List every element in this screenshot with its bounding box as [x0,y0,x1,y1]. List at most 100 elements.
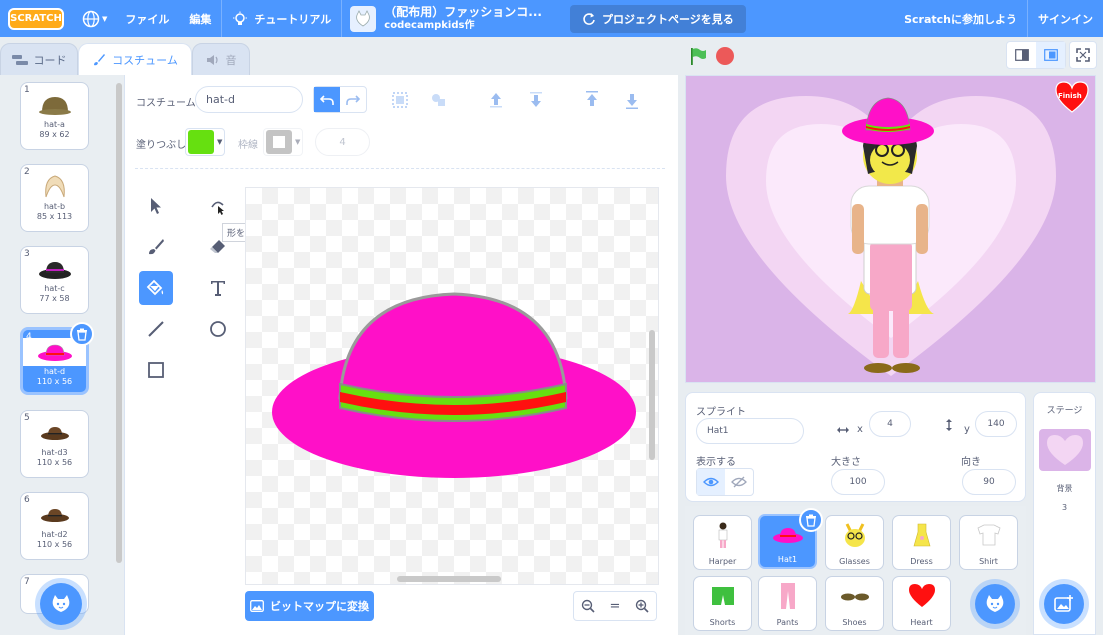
sprite-tile[interactable]: Harper [693,515,752,570]
text-tool[interactable] [201,271,235,305]
outline-color-picker[interactable]: ▼ [263,128,303,156]
delete-sprite-button[interactable] [799,508,823,532]
brush-tool[interactable] [139,230,173,264]
circle-tool[interactable] [201,312,235,346]
see-project-page-button[interactable]: プロジェクトページを見る [569,4,746,33]
redo-button[interactable] [340,87,366,112]
rectangle-tool[interactable] [139,353,173,387]
sprite-thumbnail [705,583,741,609]
zoom-reset-button[interactable]: = [601,592,628,620]
small-stage-button[interactable] [1007,42,1036,68]
speaker-icon [206,54,218,65]
undo-button[interactable] [314,87,340,112]
x-input[interactable]: 4 [869,411,911,437]
fill-color-picker[interactable]: ▼ [185,128,225,156]
backdrop-count: 3 [1061,503,1068,512]
direction-input[interactable]: 90 [962,469,1016,495]
arrow-cursor-icon [151,198,161,214]
sprite-tile[interactable]: Pants [758,576,817,631]
sprite-tile[interactable]: Dress [892,515,951,570]
choose-backdrop-button[interactable] [1044,584,1084,624]
convert-to-bitmap-button[interactable]: ビットマップに変換 [245,591,374,621]
canvas-vertical-scrollbar[interactable] [649,330,655,460]
chevron-down-icon: ▼ [102,14,108,23]
large-stage-button[interactable] [1036,42,1065,68]
back-button[interactable] [621,89,643,111]
reshape-tool[interactable] [201,189,235,223]
paint-canvas[interactable] [245,187,659,585]
costume-number: 4 [26,332,32,342]
sprite-name: Heart [910,618,933,627]
horizontal-arrows-icon [837,427,849,433]
large-stage-icon [1043,49,1058,61]
eraser-icon [210,240,225,253]
sprite-name-input[interactable]: Hat1 [696,418,804,444]
stage-pane-title: ステージ [1046,406,1083,416]
menu-divider [341,0,343,37]
hide-sprite-button[interactable] [725,469,753,495]
costume-item[interactable]: 3 hat-c 77 x 58 [20,246,89,314]
ungroup-button[interactable] [428,89,450,111]
sprite-tile[interactable]: Glasses [825,515,884,570]
delete-costume-button[interactable] [70,322,94,346]
costume-name: hat-c [44,284,65,293]
sign-in-link[interactable]: サインイン [1028,0,1103,37]
file-menu[interactable]: ファイル [115,0,179,37]
canvas-horizontal-scrollbar[interactable] [397,576,501,582]
costume-name-label: コスチューム [136,98,196,109]
select-tool[interactable] [139,189,173,223]
costume-list-scrollbar[interactable] [116,83,122,563]
edit-menu[interactable]: 編集 [179,0,221,37]
costume-name-input[interactable]: hat-d [195,86,303,113]
front-button[interactable] [581,89,603,111]
language-menu[interactable]: ▼ [74,0,115,37]
scratch-logo[interactable]: SCRATCH [8,7,64,30]
tab-costumes[interactable]: コスチューム [78,43,192,76]
show-sprite-button[interactable] [697,469,725,495]
green-flag-button[interactable] [688,46,708,69]
tab-code[interactable]: コード [0,43,78,76]
project-title[interactable]: （配布用）ファッションコ... [384,5,542,19]
choose-sprite-button[interactable] [975,584,1015,624]
backward-button[interactable] [525,89,547,111]
fill-tool[interactable] [139,271,173,305]
tutorials-button[interactable]: チュートリアル [222,0,341,37]
choose-costume-button[interactable] [40,583,82,625]
outline-width-input[interactable]: 4 [315,128,370,156]
costume-size: 110 x 56 [36,458,73,467]
eraser-tool[interactable] [201,230,235,264]
fullscreen-button[interactable] [1069,41,1097,69]
costume-number: 2 [24,167,30,177]
group-button[interactable] [389,89,411,111]
sprite-tile[interactable]: Heart [892,576,951,631]
trash-icon [806,514,816,527]
circle-icon [210,321,226,337]
zoom-in-button[interactable] [629,592,656,620]
tab-code-label: コード [33,53,67,67]
costume-item-selected[interactable]: 4 hat-d 110 x 56 [20,322,94,395]
size-input[interactable]: 100 [831,469,885,495]
sprite-thumbnail [705,522,741,548]
cat-face-plus-icon [986,595,1004,612]
costume-item[interactable]: 1 hat-a 89 x 62 [20,82,89,150]
costume-item[interactable]: 2 hat-b 85 x 113 [20,164,89,232]
y-input[interactable]: 140 [975,411,1017,437]
tab-sounds[interactable]: 音 [192,43,250,76]
costume-size: 110 x 56 [36,377,73,386]
join-scratch-link[interactable]: Scratchに参加しよう [894,0,1027,37]
line-tool[interactable] [139,312,173,346]
stop-button[interactable] [716,47,734,65]
forward-button[interactable] [485,89,507,111]
costume-item[interactable]: 6 hat-d2 110 x 56 [20,492,89,560]
costume-item[interactable]: 5 hat-d3 110 x 56 [20,410,89,478]
sprite-tile[interactable]: Shorts [693,576,752,631]
stage[interactable]: Finish [685,75,1096,383]
sprite-tile-selected[interactable]: Hat1 [758,508,823,569]
stage-thumbnail [1039,429,1091,471]
project-thumbnail [350,5,377,32]
sprite-name: Dress [910,557,933,566]
sprite-tile[interactable]: Shoes [825,576,884,631]
zoom-out-button[interactable] [574,592,601,620]
fullscreen-icon [1076,48,1090,62]
sprite-tile[interactable]: Shirt [959,515,1018,570]
